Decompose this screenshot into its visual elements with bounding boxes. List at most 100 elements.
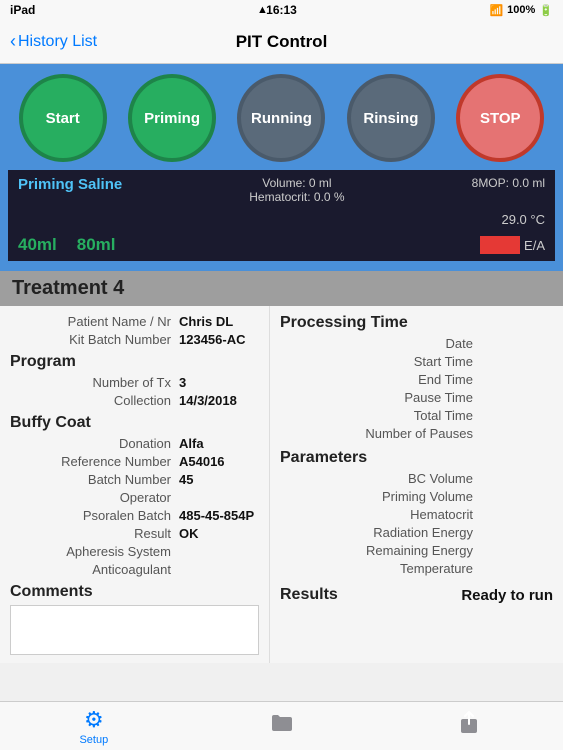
apheresis-system-row: Apheresis System xyxy=(10,544,259,559)
number-of-tx-label: Number of Tx xyxy=(10,375,171,390)
parameters-header: Parameters xyxy=(280,449,553,467)
radiation-energy-label: Radiation Energy xyxy=(280,525,473,540)
operator-row: Operator xyxy=(10,490,259,505)
date-label: Date xyxy=(280,336,473,351)
pause-time-label: Pause Time xyxy=(280,390,473,405)
tab-bar: ⚙ Setup xyxy=(0,701,563,750)
results-label: Results xyxy=(280,586,338,604)
anticoagulant-label: Anticoagulant xyxy=(10,562,171,577)
vol-80: 80ml xyxy=(77,235,116,255)
buffy-coat-header: Buffy Coat xyxy=(10,414,259,432)
status-time: 16:13 xyxy=(266,3,297,17)
volume-hematocrit: Volume: 0 ml Hematocrit: 0.0 % xyxy=(249,176,344,204)
ea-color-box xyxy=(480,236,520,254)
reference-number-value: A54016 xyxy=(179,454,259,469)
comments-header: Comments xyxy=(10,583,259,601)
right-column: Processing Time Date Start Time End Time… xyxy=(270,306,563,663)
remaining-energy-row: Remaining Energy xyxy=(280,543,553,558)
mop-label: 8MOP: 0.0 ml xyxy=(472,176,545,190)
end-time-row: End Time xyxy=(280,372,553,387)
total-time-label: Total Time xyxy=(280,408,473,423)
number-of-tx-value: 3 xyxy=(179,375,259,390)
temperature-param-label: Temperature xyxy=(280,561,473,576)
result-label: Result xyxy=(10,526,171,541)
tab-setup[interactable]: ⚙ Setup xyxy=(0,707,188,746)
temperature-param-row: Temperature xyxy=(280,561,553,576)
patient-name-label: Patient Name / Nr xyxy=(10,314,171,329)
hematocrit-param-row: Hematocrit xyxy=(280,507,553,522)
tab-setup-label: Setup xyxy=(79,734,108,746)
program-header: Program xyxy=(10,353,259,371)
patient-name-row: Patient Name / Nr Chris DL xyxy=(10,314,259,329)
number-of-tx-row: Number of Tx 3 xyxy=(10,375,259,390)
start-button[interactable]: Start xyxy=(19,74,107,162)
nav-bar: ‹ History List PIT Control xyxy=(0,20,563,64)
setup-icon: ⚙ xyxy=(84,707,104,733)
tab-share[interactable] xyxy=(375,711,563,742)
collection-row: Collection 14/3/2018 xyxy=(10,393,259,408)
anticoagulant-row: Anticoagulant xyxy=(10,562,259,577)
back-label[interactable]: History List xyxy=(18,33,97,51)
psoralen-batch-label: Psoralen Batch xyxy=(10,508,171,523)
hematocrit-label: Hematocrit: 0.0 % xyxy=(249,190,344,204)
battery-label: 100% xyxy=(507,4,535,16)
workflow-area: Start Priming Running Rinsing STOP Primi… xyxy=(0,64,563,271)
temperature-label: 29.0 °C xyxy=(501,212,545,227)
batch-number-label: Batch Number xyxy=(10,472,171,487)
result-value: OK xyxy=(179,526,259,541)
collection-value: 14/3/2018 xyxy=(179,393,259,408)
vol-40: 40ml xyxy=(18,235,57,255)
ea-label: E/A xyxy=(524,238,545,253)
bluetooth-icon: 📶 xyxy=(489,4,503,17)
donation-value: Alfa xyxy=(179,436,259,451)
donation-row: Donation Alfa xyxy=(10,436,259,451)
pause-time-row: Pause Time xyxy=(280,390,553,405)
rinsing-button[interactable]: Rinsing xyxy=(347,74,435,162)
donation-label: Donation xyxy=(10,436,171,451)
number-of-pauses-label: Number of Pauses xyxy=(280,426,473,441)
volume-label: Volume: 0 ml xyxy=(249,176,344,190)
priming-button[interactable]: Priming xyxy=(128,74,216,162)
comments-box[interactable] xyxy=(10,605,259,655)
running-button[interactable]: Running xyxy=(237,74,325,162)
back-button[interactable]: ‹ History List xyxy=(10,31,97,52)
priming-label: Priming Saline xyxy=(18,176,122,193)
priming-volume-label: Priming Volume xyxy=(280,489,473,504)
bc-volume-label: BC Volume xyxy=(280,471,473,486)
carrier-label: iPad xyxy=(10,3,35,17)
patient-name-value: Chris DL xyxy=(179,314,259,329)
priming-volume-row: Priming Volume xyxy=(280,489,553,504)
result-row: Result OK xyxy=(10,526,259,541)
remaining-energy-label: Remaining Energy xyxy=(280,543,473,558)
kit-batch-value: 123456-AC xyxy=(179,332,259,347)
status-right: 📶 100% 🔋 xyxy=(489,4,553,17)
batch-number-value: 45 xyxy=(179,472,259,487)
stop-button[interactable]: STOP xyxy=(456,74,544,162)
batch-number-row: Batch Number 45 xyxy=(10,472,259,487)
info-panel: Priming Saline Volume: 0 ml Hematocrit: … xyxy=(8,170,555,210)
total-time-row: Total Time xyxy=(280,408,553,423)
folder-icon xyxy=(270,713,294,739)
chevron-left-icon: ‹ xyxy=(10,31,16,52)
operator-label: Operator xyxy=(10,490,171,505)
bc-volume-row: BC Volume xyxy=(280,471,553,486)
results-value: Ready to run xyxy=(461,587,553,604)
share-icon xyxy=(458,711,480,741)
start-time-label: Start Time xyxy=(280,354,473,369)
treatment-header: Treatment 4 xyxy=(0,271,563,306)
content-area: Patient Name / Nr Chris DL Kit Batch Num… xyxy=(0,306,563,663)
reference-number-label: Reference Number xyxy=(10,454,171,469)
psoralen-batch-value: 485-45-854P xyxy=(179,508,259,523)
start-time-row: Start Time xyxy=(280,354,553,369)
number-of-pauses-row: Number of Pauses xyxy=(280,426,553,441)
info-panel-bottom: 29.0 °C xyxy=(8,210,555,233)
kit-batch-row: Kit Batch Number 123456-AC xyxy=(10,332,259,347)
apheresis-system-label: Apheresis System xyxy=(10,544,171,559)
nav-title: PIT Control xyxy=(236,32,328,52)
processing-time-header: Processing Time xyxy=(280,314,553,332)
tab-folder[interactable] xyxy=(188,713,376,740)
kit-batch-label: Kit Batch Number xyxy=(10,332,171,347)
date-row: Date xyxy=(280,336,553,351)
results-row: Results Ready to run xyxy=(280,582,553,604)
hematocrit-param-label: Hematocrit xyxy=(280,507,473,522)
